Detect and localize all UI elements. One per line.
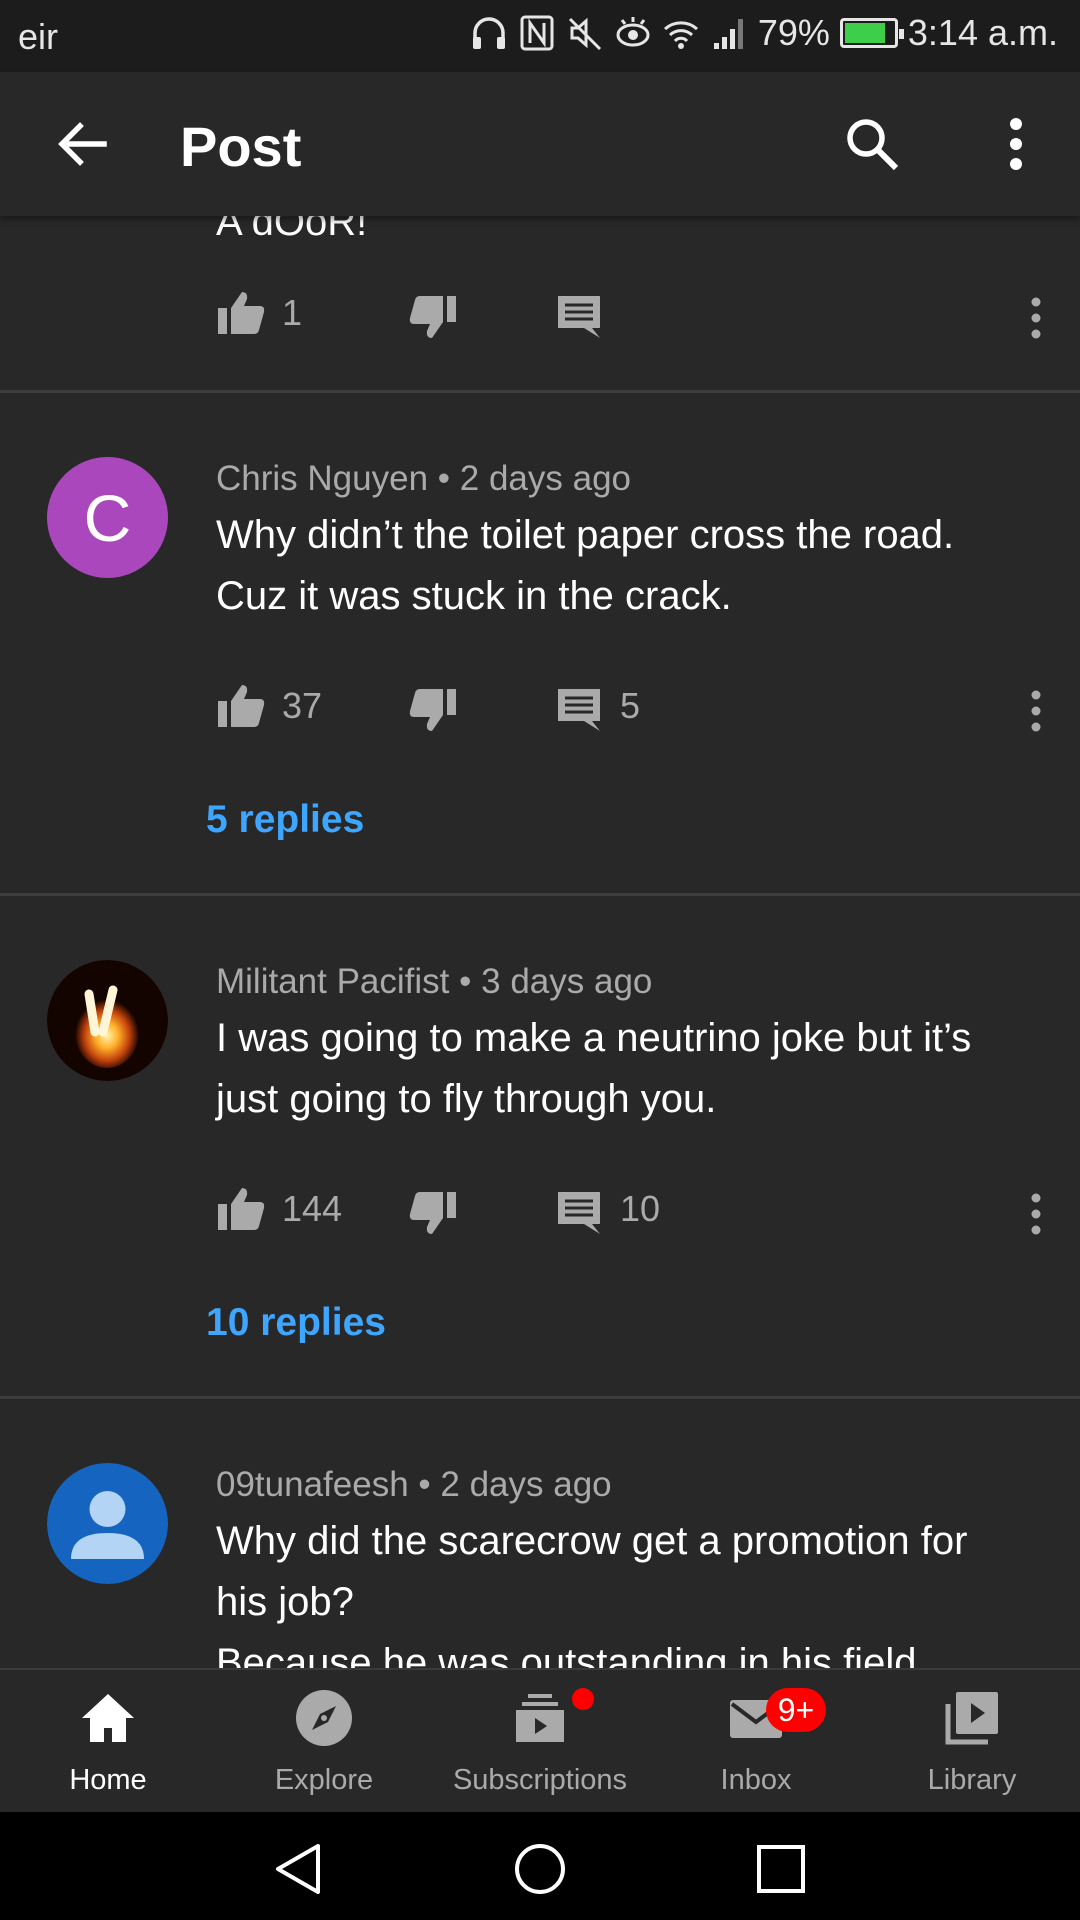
comment-text: Why didn’t the toilet paper cross the ro…	[216, 505, 1036, 627]
comment-line: Why did the scarecrow get a promotion fo…	[216, 1519, 968, 1563]
reply-icon[interactable]	[554, 292, 604, 342]
comment-text: I was going to make a neutrino joke but …	[216, 1008, 1036, 1130]
meta-separator: •	[437, 459, 451, 498]
eye-comfort-icon	[616, 17, 650, 47]
like-count: 144	[282, 1188, 343, 1229]
comment-meta: 09tunafeesh • 2 days ago	[216, 1465, 612, 1505]
nfc-icon	[520, 15, 554, 51]
view-replies-link[interactable]: 5 replies	[206, 798, 364, 842]
comment-time: 2 days ago	[440, 1465, 612, 1504]
wifi-icon	[663, 21, 698, 49]
comment-author[interactable]: 09tunafeesh	[216, 1465, 409, 1504]
compass-icon	[296, 1690, 352, 1746]
like-count: 37	[282, 685, 323, 726]
comment-actions: 37 5	[216, 681, 1056, 741]
comment-line: just going to fly through you.	[216, 1077, 717, 1121]
page-title: Post	[180, 115, 302, 178]
comment-time: 2 days ago	[459, 459, 632, 498]
more-options-icon[interactable]	[986, 114, 1046, 174]
nav-label: Library	[927, 1764, 1017, 1796]
reply-icon[interactable]	[554, 1188, 604, 1238]
comment-line: Cuz it was stuck in the crack.	[216, 574, 732, 618]
status-icons: 79% 3:14 a.m.	[470, 12, 1058, 54]
reply-icon[interactable]	[554, 685, 604, 735]
comment-item: A dOoR! 1	[0, 216, 1080, 391]
subscriptions-icon	[516, 1694, 564, 1742]
thumbs-up-icon[interactable]	[216, 288, 266, 338]
mute-icon	[568, 17, 601, 51]
battery-percent: 79%	[757, 12, 830, 53]
comments-feed[interactable]: A dOoR! 1 C Chris Nguyen • 2 days ago Wh…	[0, 216, 1080, 1668]
comment-item: C Chris Nguyen • 2 days ago Why didn’t t…	[0, 393, 1080, 893]
comment-item: Militant Pacifist • 3 days ago I was goi…	[0, 896, 1080, 1396]
reply-count: 5	[620, 685, 641, 726]
avatar[interactable]	[47, 1463, 168, 1584]
view-replies-link[interactable]: 10 replies	[206, 1301, 386, 1345]
thumbs-down-icon[interactable]	[408, 1188, 458, 1238]
nav-label: Inbox	[720, 1764, 792, 1796]
reply-count: 10	[620, 1188, 661, 1229]
system-recents-icon[interactable]	[754, 1842, 808, 1896]
comment-text: Why did the scarecrow get a promotion fo…	[216, 1511, 1036, 1668]
signal-icon	[713, 19, 743, 49]
nav-library[interactable]: Library	[864, 1670, 1080, 1814]
comment-actions: 1	[216, 288, 1056, 348]
battery-icon	[839, 18, 904, 48]
comment-menu-icon[interactable]	[1016, 288, 1056, 348]
nav-subscriptions[interactable]: Subscriptions	[432, 1670, 648, 1814]
avatar[interactable]	[47, 960, 168, 1081]
meta-separator: •	[459, 962, 472, 1001]
meta-separator: •	[418, 1465, 431, 1504]
back-arrow-icon[interactable]	[52, 114, 112, 174]
status-bar: eir 79% 3:14 a.m.	[0, 0, 1080, 72]
system-home-icon[interactable]	[513, 1842, 567, 1896]
nav-inbox[interactable]: 9+ Inbox	[648, 1670, 864, 1814]
comment-line: Because he was outstanding in his field.	[216, 1641, 928, 1668]
notification-dot	[572, 1688, 594, 1710]
comment-menu-icon[interactable]	[1016, 681, 1056, 741]
comment-line: I was going to make a neutrino joke but …	[216, 1016, 972, 1060]
inbox-badge: 9+	[766, 1688, 826, 1732]
nav-label: Explore	[274, 1764, 374, 1796]
nav-label: Subscriptions	[452, 1764, 628, 1796]
library-icon	[945, 1692, 998, 1745]
thumbs-down-icon[interactable]	[408, 292, 458, 342]
thumbs-up-icon[interactable]	[216, 1184, 266, 1234]
comment-meta: Militant Pacifist • 3 days ago	[216, 962, 652, 1002]
system-navigation-bar	[0, 1812, 1080, 1920]
system-back-icon[interactable]	[272, 1842, 326, 1896]
app-bar: Post	[0, 72, 1080, 216]
nav-explore[interactable]: Explore	[216, 1670, 432, 1814]
search-icon[interactable]	[842, 114, 902, 174]
comment-time: 3 days ago	[481, 962, 653, 1001]
comment-text: A dOoR!	[216, 216, 368, 244]
comment-line: his job?	[216, 1580, 354, 1624]
comment-line: Why didn’t the toilet paper cross the ro…	[216, 513, 955, 557]
comment-menu-icon[interactable]	[1016, 1184, 1056, 1244]
nav-label: Home	[69, 1764, 147, 1796]
nav-home[interactable]: Home	[0, 1670, 216, 1814]
like-count: 1	[282, 292, 303, 333]
headphones-icon	[472, 17, 505, 49]
home-icon	[82, 1694, 134, 1742]
comment-meta: Chris Nguyen • 2 days ago	[216, 459, 631, 499]
comment-actions: 144 10	[216, 1184, 1056, 1244]
avatar[interactable]: C	[47, 457, 168, 578]
comment-item: 09tunafeesh • 2 days ago Why did the sca…	[0, 1399, 1080, 1668]
bottom-navigation: Home Explore Subscriptions 9+ Inbox Libr…	[0, 1668, 1080, 1812]
carrier-label: eir	[18, 16, 59, 57]
thumbs-down-icon[interactable]	[408, 685, 458, 735]
thumbs-up-icon[interactable]	[216, 681, 266, 731]
comment-author[interactable]: Chris Nguyen	[216, 459, 428, 498]
clock: 3:14 a.m.	[907, 12, 1058, 53]
comment-author[interactable]: Militant Pacifist	[216, 962, 449, 1001]
